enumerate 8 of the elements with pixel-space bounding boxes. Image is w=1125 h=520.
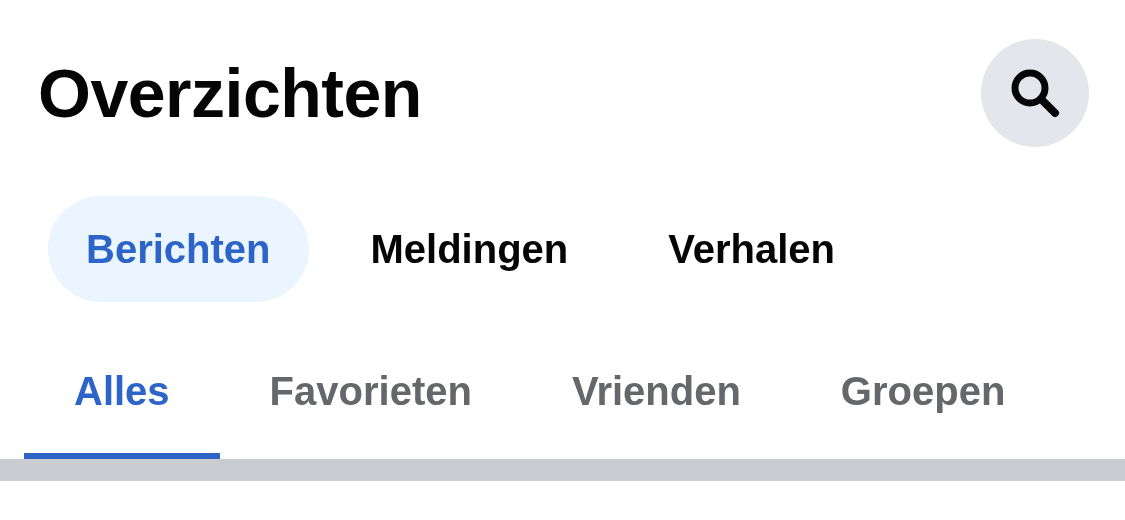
- filter-tab[interactable]: Vrienden: [521, 330, 791, 459]
- section-tab[interactable]: Verhalen: [630, 196, 874, 302]
- search-icon: [1009, 67, 1061, 119]
- section-tab[interactable]: Meldingen: [332, 196, 607, 302]
- section-tab[interactable]: Berichten: [48, 196, 309, 302]
- page-title: Overzichten: [38, 54, 422, 132]
- filter-tab[interactable]: Groepen: [790, 330, 1056, 459]
- filter-tab[interactable]: Favorieten: [219, 330, 522, 459]
